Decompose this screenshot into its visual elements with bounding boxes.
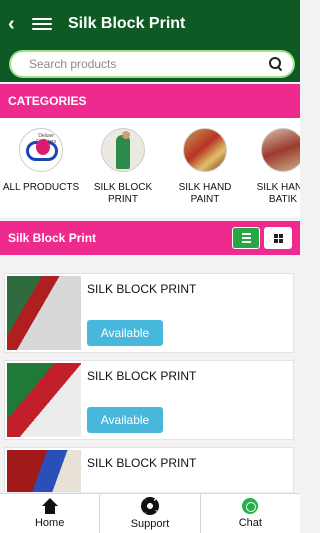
category-label: SILK HAND PAINT xyxy=(178,182,232,205)
menu-icon[interactable] xyxy=(32,18,52,30)
product-card[interactable]: SILK BLOCK PRINT xyxy=(4,447,294,492)
product-card[interactable]: SILK BLOCK PRINT Available xyxy=(4,360,294,440)
section-title: Silk Block Print xyxy=(8,231,97,245)
brand-logo-icon: Deluxe Outfitters xyxy=(19,128,63,172)
product-list[interactable]: SILK BLOCK PRINT Available SILK BLOCK PR… xyxy=(0,260,300,492)
nav-label: Chat xyxy=(238,517,262,529)
category-silk-hand-batik[interactable]: SILK HAND BATIK xyxy=(243,128,300,206)
category-label: ALL PRODUCTS xyxy=(2,182,80,193)
category-label: SILK BLOCK PRINT xyxy=(93,182,153,205)
category-silk-block-print[interactable]: SILK BLOCK PRINT xyxy=(83,128,163,206)
nav-support[interactable]: Support xyxy=(100,494,201,533)
whatsapp-icon xyxy=(242,498,259,514)
product-image xyxy=(7,450,81,492)
list-view-icon xyxy=(241,233,251,243)
category-all-products[interactable]: Deluxe Outfitters ALL PRODUCTS xyxy=(1,128,81,194)
category-silk-hand-paint[interactable]: SILK HAND PAINT xyxy=(165,128,245,206)
grid-view-icon xyxy=(273,233,283,243)
page-title: Silk Block Print xyxy=(68,15,186,32)
grid-view-button[interactable] xyxy=(264,227,292,249)
product-card[interactable]: SILK BLOCK PRINT Available xyxy=(4,273,294,353)
product-name: SILK BLOCK PRINT xyxy=(87,282,197,296)
category-image xyxy=(261,128,300,172)
available-button[interactable]: Available xyxy=(87,407,163,433)
nav-label: Home xyxy=(34,517,65,529)
product-name: SILK BLOCK PRINT xyxy=(87,456,197,470)
product-image xyxy=(7,276,81,350)
category-image xyxy=(101,128,145,172)
product-name: SILK BLOCK PRINT xyxy=(87,369,197,383)
list-view-button[interactable] xyxy=(232,227,260,249)
gear-icon xyxy=(140,497,159,515)
available-button[interactable]: Available xyxy=(87,320,163,346)
category-image xyxy=(183,128,227,172)
back-arrow-icon[interactable]: ‹ xyxy=(8,14,28,34)
search-placeholder: Search products xyxy=(29,57,117,71)
product-image xyxy=(7,363,81,437)
category-carousel[interactable]: Deluxe Outfitters ALL PRODUCTS SILK BLOC… xyxy=(0,118,300,218)
nav-chat[interactable]: Chat xyxy=(201,494,300,533)
nav-label: Support xyxy=(130,518,170,530)
search-icon[interactable] xyxy=(269,57,283,71)
search-input[interactable]: Search products xyxy=(9,50,295,78)
home-icon xyxy=(41,498,59,514)
nav-home[interactable]: Home xyxy=(0,494,101,533)
categories-heading: CATEGORIES xyxy=(8,94,87,108)
categories-header: CATEGORIES xyxy=(0,84,300,118)
search-bar: Search products xyxy=(0,48,300,82)
section-header: Silk Block Print xyxy=(0,221,300,255)
app-bar: ‹ Silk Block Print xyxy=(0,0,300,48)
category-label: SILK HAND BATIK xyxy=(256,182,300,205)
bottom-navigation: Home Support Chat xyxy=(0,493,300,533)
